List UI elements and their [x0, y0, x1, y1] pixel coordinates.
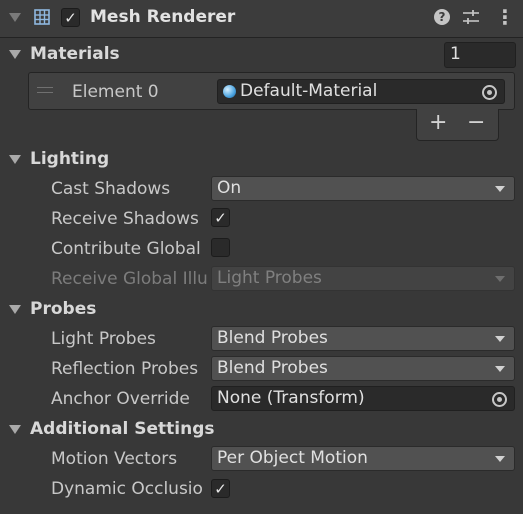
- remove-element-button[interactable]: −: [467, 111, 485, 135]
- cast-shadows-label: Cast Shadows: [51, 179, 171, 199]
- anchor-override-value: None (Transform): [217, 388, 365, 408]
- receive-global-illumination-dropdown: Light Probes: [211, 266, 515, 291]
- lighting-foldout-icon[interactable]: [9, 155, 21, 164]
- element-0-label: Element 0: [72, 82, 159, 102]
- dynamic-occlusion-checkbox[interactable]: ✓: [211, 479, 230, 498]
- chevron-down-icon: [495, 276, 505, 282]
- list-add-remove-footer: + −: [416, 109, 499, 141]
- receive-shadows-label: Receive Shadows: [51, 209, 199, 229]
- add-element-button[interactable]: +: [429, 111, 447, 135]
- contribute-global-illumination-checkbox[interactable]: [211, 238, 230, 257]
- probes-section-title[interactable]: Probes: [30, 299, 96, 319]
- anchor-override-field[interactable]: None (Transform): [211, 386, 515, 411]
- light-probes-dropdown[interactable]: Blend Probes: [211, 326, 515, 351]
- dynamic-occlusion-label: Dynamic Occlusio: [51, 479, 203, 499]
- cast-shadows-value: On: [217, 178, 242, 198]
- reflection-probes-dropdown[interactable]: Blend Probes: [211, 356, 515, 381]
- contribute-global-illumination-label: Contribute Global: [51, 239, 201, 259]
- chevron-down-icon: [495, 366, 505, 372]
- help-icon[interactable]: ?: [434, 9, 450, 25]
- additional-settings-section-title[interactable]: Additional Settings: [30, 419, 215, 439]
- object-picker-icon[interactable]: [482, 85, 497, 100]
- probes-foldout-icon[interactable]: [9, 305, 21, 314]
- reflection-probes-label: Reflection Probes: [51, 359, 199, 379]
- materials-section-title[interactable]: Materials: [30, 44, 120, 64]
- component-enabled-checkbox[interactable]: ✓: [61, 8, 80, 27]
- presets-icon[interactable]: [462, 9, 480, 26]
- light-probes-value: Blend Probes: [217, 328, 328, 348]
- mesh-renderer-icon: [32, 7, 52, 27]
- object-picker-icon[interactable]: [492, 392, 507, 407]
- receive-shadows-checkbox[interactable]: ✓: [211, 208, 230, 227]
- reflection-probes-value: Blend Probes: [217, 358, 328, 378]
- chevron-down-icon: [495, 336, 505, 342]
- material-sphere-icon: [223, 85, 236, 98]
- motion-vectors-label: Motion Vectors: [51, 449, 178, 469]
- chevron-down-icon: [495, 186, 505, 192]
- lighting-section-title[interactable]: Lighting: [30, 149, 109, 169]
- anchor-override-label: Anchor Override: [51, 389, 190, 409]
- motion-vectors-dropdown[interactable]: Per Object Motion: [211, 446, 515, 471]
- materials-list: Element 0 Default-Material: [28, 72, 515, 110]
- cast-shadows-dropdown[interactable]: On: [211, 176, 515, 201]
- element-0-material-value: Default-Material: [240, 81, 378, 101]
- drag-handle-icon[interactable]: [37, 87, 53, 94]
- component-header[interactable]: ✓ Mesh Renderer ? ⋮: [0, 0, 523, 38]
- more-options-icon[interactable]: ⋮: [495, 5, 515, 29]
- chevron-down-icon: [495, 456, 505, 462]
- receive-global-illumination-label: Receive Global Illu: [51, 269, 208, 289]
- component-foldout-icon[interactable]: [9, 13, 21, 22]
- receive-global-illumination-value: Light Probes: [217, 268, 322, 288]
- additional-settings-foldout-icon[interactable]: [9, 425, 21, 434]
- element-0-material-field[interactable]: Default-Material: [217, 79, 505, 104]
- motion-vectors-value: Per Object Motion: [217, 448, 368, 468]
- materials-size-field[interactable]: 1: [444, 42, 516, 68]
- materials-foldout-icon[interactable]: [9, 50, 21, 59]
- light-probes-label: Light Probes: [51, 329, 156, 349]
- component-title: Mesh Renderer: [90, 7, 236, 27]
